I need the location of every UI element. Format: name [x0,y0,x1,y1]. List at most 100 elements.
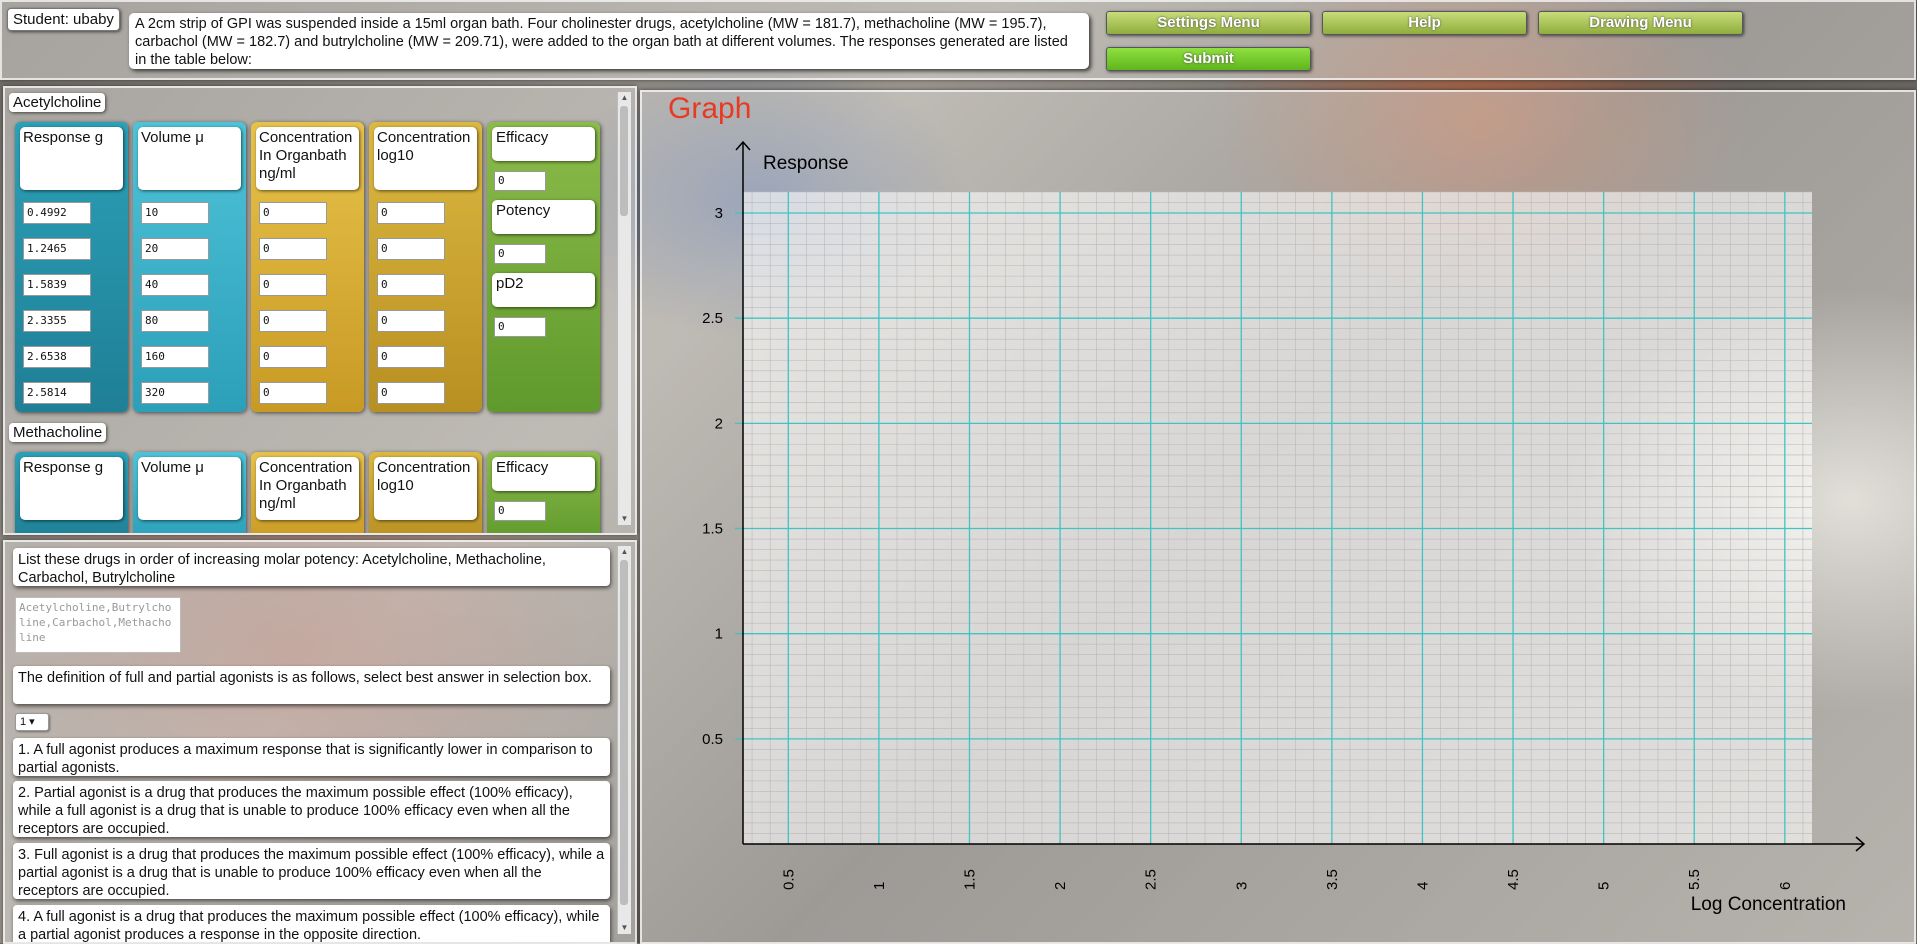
option-3: 3. Full agonist is a drug that produces … [13,843,610,899]
y-tick-label: 0.5 [702,731,723,748]
scroll-up-icon[interactable]: ▲ [618,92,631,104]
concentration-header: Concentration In Organbath ng/ml [256,127,359,190]
x-axis-label: Log Concentration [1691,894,1846,915]
x-tick-label: 3.5 [1324,869,1341,890]
x-tick-label: 2 [1052,882,1069,890]
pd2-header: pD2 [492,273,595,307]
potency-header: Potency [492,200,595,234]
scroll-up-icon[interactable]: ▲ [618,546,631,558]
x-tick-label: 3 [1233,882,1250,890]
volume-header: Volume μ [138,457,241,520]
questions-panel: List these drugs in order of increasing … [3,540,637,944]
response-input-2[interactable]: 1.2465 [23,238,91,260]
question-2-text: The definition of full and partial agoni… [13,666,610,704]
efficacy-header: Efficacy [492,457,595,491]
y-tick-label: 2 [715,415,723,432]
log-input-3[interactable]: 0 [377,274,445,296]
question-1-text: List these drugs in order of increasing … [13,548,610,586]
drug-title-acetylcholine: Acetylcholine [9,93,106,112]
volume-input-2[interactable]: 20 [141,238,209,260]
x-tick-label: 2.5 [1143,869,1160,890]
volume-input-6[interactable]: 320 [141,382,209,404]
volume-input-3[interactable]: 40 [141,274,209,296]
volume-header: Volume μ [138,127,241,190]
y-tick-label: 1 [715,626,723,643]
pd2-input[interactable]: 0 [494,317,546,337]
response-input-3[interactable]: 1.5839 [23,274,91,296]
concentration-input-6[interactable]: 0 [259,382,327,404]
volume-input-4[interactable]: 80 [141,310,209,332]
drug-title-methacholine: Methacholine [9,423,107,442]
volume-column: Volume μ 10 20 40 80 160 320 [133,122,246,412]
scroll-down-icon[interactable]: ▼ [618,513,631,525]
log-input-6[interactable]: 0 [377,382,445,404]
option-4: 4. A full agonist is a drug that produce… [13,905,610,942]
x-tick-label: 4.5 [1505,869,1522,890]
drug-data-panel: Acetylcholine Response g 0.4992 1.2465 1… [3,86,637,535]
efficacy-header: Efficacy [492,127,595,161]
response-input-6[interactable]: 2.5814 [23,382,91,404]
efficacy-column-methacholine: Efficacy 0 [487,452,600,533]
log-concentration-header: Concentration log10 [374,457,477,520]
questions-panel-scrollbar[interactable]: ▲ ▼ [617,546,631,934]
efficacy-input[interactable]: 0 [494,501,546,521]
log-concentration-column: Concentration log10 0 0 0 0 0 0 [369,122,482,412]
volume-column-methacholine: Volume μ [133,452,246,533]
y-axis-label: Response [763,153,849,174]
concentration-input-3[interactable]: 0 [259,274,327,296]
y-tick-label: 3 [715,205,723,222]
response-input-4[interactable]: 2.3355 [23,310,91,332]
x-tick-labels: 0.5 1 1.5 2 2.5 3 3.5 4 4.5 5 5.5 6 [780,869,1794,890]
response-input-1[interactable]: 0.4992 [23,202,91,224]
option-1: 1. A full agonist produces a maximum res… [13,738,610,776]
efficacy-column: Efficacy 0 Potency 0 pD2 0 [487,122,600,412]
student-label: Student: ubaby [7,8,120,31]
log-concentration-header: Concentration log10 [374,127,477,190]
response-column: Response g 0.4992 1.2465 1.5839 2.3355 2… [15,122,128,412]
x-tick-label: 4 [1414,882,1431,890]
y-tick-labels: 0.5 1 1.5 2 2.5 3 [702,205,723,748]
response-header: Response g [20,127,123,190]
volume-input-1[interactable]: 10 [141,202,209,224]
concentration-header: Concentration In Organbath ng/ml [256,457,359,520]
volume-input-5[interactable]: 160 [141,346,209,368]
question-text: A 2cm strip of GPI was suspended inside … [129,13,1089,69]
x-tick-label: 0.5 [780,869,797,890]
x-tick-label: 5.5 [1686,869,1703,890]
submit-button[interactable]: Submit [1106,47,1311,71]
y-tick-label: 2.5 [702,310,723,327]
x-tick-label: 1 [871,882,888,890]
y-tick-label: 1.5 [702,521,723,538]
concentration-column: Concentration In Organbath ng/ml 0 0 0 0… [251,122,364,412]
response-header: Response g [20,457,123,520]
concentration-input-1[interactable]: 0 [259,202,327,224]
top-bar: Student: ubaby A 2cm strip of GPI was su… [0,0,1916,80]
graph-title: Graph [668,92,752,125]
concentration-input-4[interactable]: 0 [259,310,327,332]
log-concentration-column-methacholine: Concentration log10 [369,452,482,533]
scroll-thumb[interactable] [620,560,628,905]
settings-menu-button[interactable]: Settings Menu [1106,11,1311,35]
potency-input[interactable]: 0 [494,244,546,264]
help-button[interactable]: Help [1322,11,1527,35]
response-graph[interactable]: 0.5 1 1.5 2 2.5 3 3.5 4 4.5 5 5.5 6 0.5 1 1.5 2 2.5 3 Re… [642,92,1914,942]
concentration-input-5[interactable]: 0 [259,346,327,368]
concentration-input-2[interactable]: 0 [259,238,327,260]
drawing-menu-button[interactable]: Drawing Menu [1538,11,1743,35]
x-tick-label: 5 [1596,882,1613,890]
option-2: 2. Partial agonist is a drug that produc… [13,781,610,837]
agonist-answer-select[interactable]: 1 ▾ [15,713,49,731]
question-1-answer-input[interactable]: Acetylcholine,Butrylcholine,Carbachol,Me… [15,597,181,653]
x-tick-label: 1.5 [961,869,978,890]
log-input-5[interactable]: 0 [377,346,445,368]
scroll-down-icon[interactable]: ▼ [618,922,631,934]
scroll-thumb[interactable] [620,106,628,216]
efficacy-input[interactable]: 0 [494,171,546,191]
concentration-column-methacholine: Concentration In Organbath ng/ml [251,452,364,533]
log-input-1[interactable]: 0 [377,202,445,224]
graph-panel: 0.5 1 1.5 2 2.5 3 3.5 4 4.5 5 5.5 6 0.5 1 1.5 2 2.5 3 Re… [640,90,1916,944]
log-input-2[interactable]: 0 [377,238,445,260]
log-input-4[interactable]: 0 [377,310,445,332]
data-panel-scrollbar[interactable]: ▲ ▼ [617,92,631,525]
response-input-5[interactable]: 2.6538 [23,346,91,368]
